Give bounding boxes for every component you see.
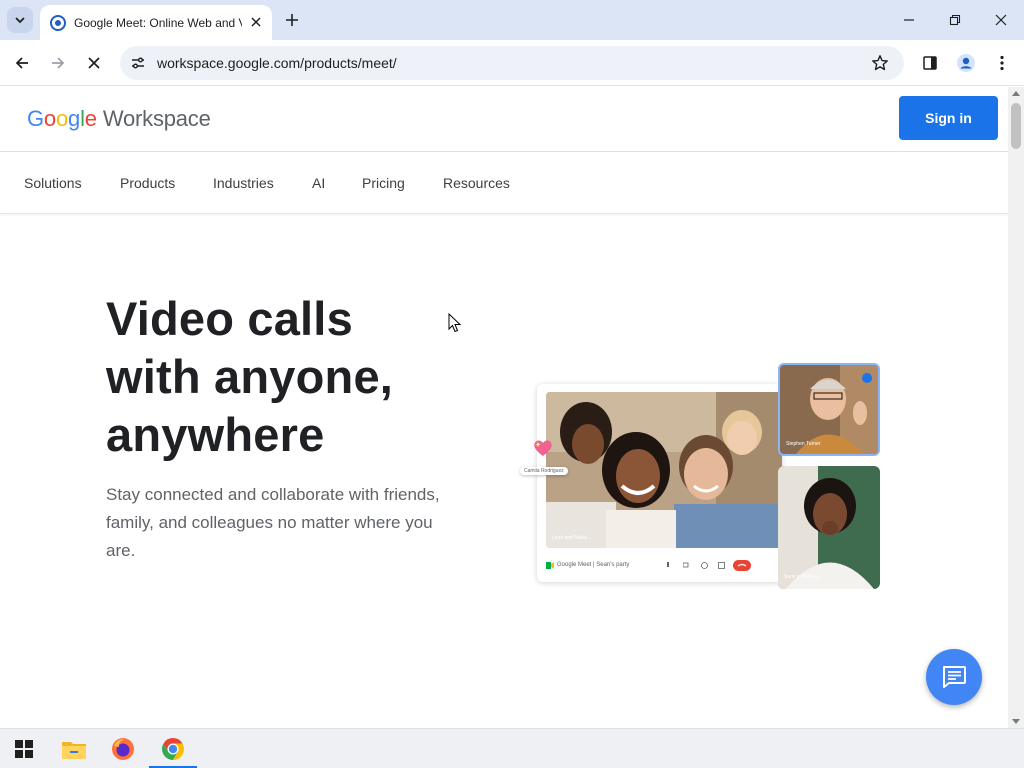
main-tile-name: Leah and Nakai... [552, 535, 592, 541]
tab-title: Google Meet: Online Web and Video Confer… [74, 15, 242, 30]
file-explorer-icon[interactable] [61, 736, 87, 762]
arrow-right-icon [52, 57, 65, 69]
side-panel-icon [923, 56, 937, 70]
meet-call-controls: Google Meet | Sean's party [546, 557, 778, 573]
nav-item-industries[interactable]: Industries [213, 175, 274, 191]
logo-product-name: Workspace [102, 106, 211, 131]
tile-1-name: Stephen Turner [786, 441, 821, 447]
site-nav: Solutions Products Industries AI Pricing… [0, 152, 1008, 214]
browser-menu-button[interactable] [990, 51, 1014, 75]
family-video-tile: Leah and Nakai... [546, 392, 782, 548]
emoji-icon [701, 561, 709, 569]
url-text[interactable]: workspace.google.com/products/meet/ [157, 55, 397, 71]
bookmark-star-icon[interactable] [870, 53, 890, 73]
present-icon [718, 561, 726, 569]
heart-reaction-icon [534, 440, 552, 456]
google-workspace-logo[interactable]: Google Workspace [27, 106, 211, 132]
scroll-thumb[interactable] [1011, 103, 1021, 149]
more-vertical-icon [1000, 55, 1004, 71]
chevron-down-icon [15, 17, 25, 24]
meet-bar-title: Google Meet | Sean's party [557, 562, 630, 568]
nav-item-pricing[interactable]: Pricing [362, 175, 405, 191]
nav-item-resources[interactable]: Resources [443, 175, 510, 191]
participant-name-chip: Camila Rodriguez [520, 467, 568, 475]
nav-item-ai[interactable]: AI [312, 175, 325, 191]
chat-icon [943, 666, 966, 688]
minimize-button[interactable] [897, 8, 921, 32]
mouse-cursor-icon [448, 313, 462, 333]
end-call-icon [733, 559, 752, 571]
stop-loading-button[interactable] [82, 51, 106, 75]
close-icon [88, 57, 100, 69]
participant-tile-2: Sumi in Ratnas... [778, 466, 880, 589]
browser-tab-strip: Google Meet: Online Web and Video Confer… [0, 0, 1024, 40]
profile-button[interactable] [954, 51, 978, 75]
web-page: Google Workspace Sign in Solutions Produc… [0, 87, 1008, 728]
scroll-down-arrow-icon[interactable] [1012, 719, 1020, 724]
address-bar[interactable]: workspace.google.com/products/meet/ [120, 46, 904, 80]
site-info-icon[interactable] [128, 53, 148, 73]
participant-tile-1: Stephen Turner [778, 363, 880, 456]
browser-toolbar: workspace.google.com/products/meet/ [0, 40, 1024, 86]
page-scrollbar[interactable] [1008, 87, 1024, 728]
active-tab[interactable]: Google Meet: Online Web and Video Confer… [40, 5, 272, 40]
close-icon [995, 14, 1007, 26]
tab-search-button[interactable] [7, 7, 33, 33]
tab-close-icon[interactable] [248, 14, 264, 30]
plus-icon [286, 14, 298, 26]
chat-button[interactable] [926, 649, 982, 705]
minimize-icon [904, 19, 914, 21]
restore-icon [949, 14, 961, 26]
close-window-button[interactable] [989, 8, 1013, 32]
windows-start-icon[interactable] [11, 736, 37, 762]
hero-subtitle: Stay connected and collaborate with frie… [106, 485, 440, 560]
back-button[interactable] [10, 51, 34, 75]
side-panel-button[interactable] [918, 51, 942, 75]
camera-icon [683, 562, 689, 568]
windows-taskbar [0, 728, 1024, 768]
sign-in-button[interactable]: Sign in [899, 96, 998, 140]
chrome-icon[interactable] [160, 736, 186, 762]
forward-button[interactable] [46, 51, 70, 75]
nav-item-solutions[interactable]: Solutions [24, 175, 82, 191]
hero-title: Video calls with anyone, anywhere [106, 292, 394, 461]
avatar-icon [957, 54, 975, 72]
restore-button[interactable] [943, 8, 967, 32]
arrow-left-icon [15, 57, 28, 69]
tile-2-name: Sumi in Ratnas... [784, 574, 823, 580]
mic-icon [667, 561, 670, 567]
nav-item-products[interactable]: Products [120, 175, 175, 191]
new-tab-button[interactable] [282, 10, 302, 30]
site-header: Google Workspace Sign in [0, 87, 1008, 152]
scroll-up-arrow-icon[interactable] [1012, 91, 1020, 96]
google-meet-logo-icon [546, 561, 554, 569]
google-meet-favicon-icon [50, 14, 66, 31]
firefox-icon[interactable] [110, 736, 136, 762]
